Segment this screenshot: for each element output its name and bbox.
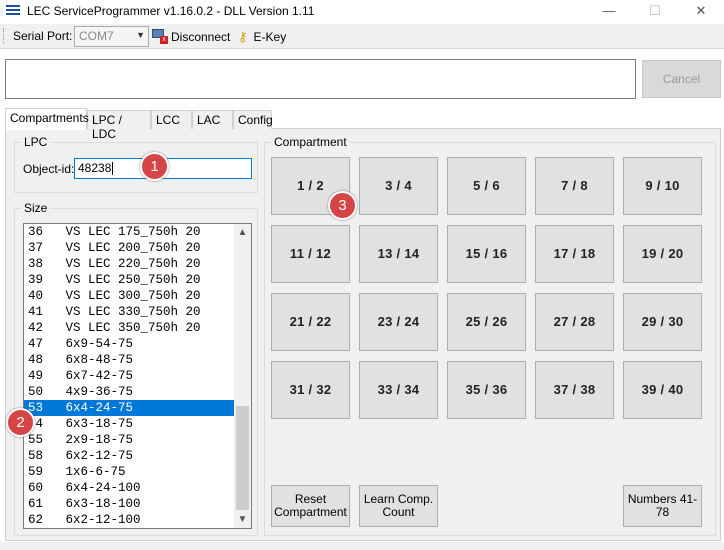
title-bar: LEC ServiceProgrammer v1.16.0.2 - DLL Ve… [0, 0, 724, 24]
disconnect-icon: x [152, 29, 168, 44]
annotation-badge-3: 3 [328, 191, 357, 220]
close-button[interactable]: ✕ [678, 0, 724, 24]
numbers-41-78-button[interactable]: Numbers 41-78 [623, 485, 702, 527]
compartment-button[interactable]: 21 / 22 [271, 293, 350, 351]
serial-port-select[interactable]: COM7 ▼ [74, 26, 149, 47]
compartment-button[interactable]: 7 / 8 [535, 157, 614, 215]
compartment-group-title: Compartment [271, 135, 350, 149]
list-item[interactable]: 50 4x9-36-75 [24, 384, 251, 400]
list-item[interactable]: 62 6x2-12-100 [24, 512, 251, 528]
list-item[interactable]: 39 VS LEC 250_750h 20 [24, 272, 251, 288]
compartment-button[interactable]: 29 / 30 [623, 293, 702, 351]
tab-compartments[interactable]: Compartments [5, 108, 89, 130]
compartment-button[interactable]: 39 / 40 [623, 361, 702, 419]
toolbar: Serial Port: COM7 ▼ x Disconnect ⚷ E-Key [0, 24, 724, 49]
list-item[interactable]: 37 VS LEC 200_750h 20 [24, 240, 251, 256]
size-list-rows: 36 VS LEC 175_750h 20 37 VS LEC 200_750h … [24, 224, 251, 528]
status-bar [0, 542, 724, 550]
list-item[interactable]: 40 VS LEC 300_750h 20 [24, 288, 251, 304]
list-item[interactable]: 41 VS LEC 330_750h 20 [24, 304, 251, 320]
list-item[interactable]: 55 2x9-18-75 [24, 432, 251, 448]
annotation-badge-2: 2 [6, 408, 35, 437]
size-list-scrollbar[interactable]: ▲ ▼ [234, 224, 251, 528]
compartment-button[interactable]: 11 / 12 [271, 225, 350, 283]
list-item[interactable]: 59 1x6-6-75 [24, 464, 251, 480]
compartment-button[interactable]: 19 / 20 [623, 225, 702, 283]
toolbar-grip [3, 28, 6, 44]
size-listbox[interactable]: 36 VS LEC 175_750h 20 37 VS LEC 200_750h … [23, 223, 252, 529]
ekey-button[interactable]: ⚷ E-Key [238, 27, 286, 46]
list-item[interactable]: 49 6x7-42-75 [24, 368, 251, 384]
serial-port-label: Serial Port: [13, 29, 73, 43]
tab-lac[interactable]: LAC [192, 110, 233, 129]
list-item[interactable]: 38 VS LEC 220_750h 20 [24, 256, 251, 272]
object-id-value: 48238 [78, 161, 112, 175]
compartment-button[interactable]: 31 / 32 [271, 361, 350, 419]
list-item[interactable]: 53 6x4-24-75 [24, 400, 251, 416]
learn-comp-count-button[interactable]: Learn Comp. Count [359, 485, 438, 527]
minimize-button[interactable]: — [586, 0, 632, 24]
window-title: LEC ServiceProgrammer v1.16.0.2 - DLL Ve… [27, 4, 315, 18]
disconnect-button[interactable]: x Disconnect [152, 27, 230, 46]
list-item[interactable]: 42 VS LEC 350_750h 20 [24, 320, 251, 336]
list-item[interactable]: 47 6x9-54-75 [24, 336, 251, 352]
compartment-button[interactable]: 5 / 6 [447, 157, 526, 215]
scroll-thumb[interactable] [236, 406, 249, 510]
lpc-group-title: LPC [21, 135, 51, 149]
compartment-button[interactable]: 9 / 10 [623, 157, 702, 215]
compartment-button[interactable]: 3 / 4 [359, 157, 438, 215]
serial-port-value: COM7 [79, 29, 114, 43]
size-group-title: Size [21, 201, 51, 215]
maximize-button[interactable]: ☐ [632, 0, 678, 24]
compartment-button[interactable]: 13 / 14 [359, 225, 438, 283]
tab-lcc[interactable]: LCC [151, 110, 192, 129]
key-icon: ⚷ [238, 28, 248, 44]
tab-config[interactable]: Config [233, 110, 273, 129]
list-item[interactable]: 48 6x8-48-75 [24, 352, 251, 368]
annotation-badge-1: 1 [140, 152, 169, 181]
list-item[interactable]: 58 6x2-12-75 [24, 448, 251, 464]
cancel-button[interactable]: Cancel [642, 60, 721, 98]
list-item[interactable]: 60 6x4-24-100 [24, 480, 251, 496]
ekey-label: E-Key [253, 29, 287, 44]
app-icon [6, 5, 20, 18]
compartment-button[interactable]: 15 / 16 [447, 225, 526, 283]
compartment-button[interactable]: 23 / 24 [359, 293, 438, 351]
scroll-down-icon[interactable]: ▼ [234, 511, 251, 528]
list-item[interactable]: 61 6x3-18-100 [24, 496, 251, 512]
tab-lpc-ldc[interactable]: LPC / LDC [87, 110, 151, 141]
scroll-up-icon[interactable]: ▲ [234, 224, 251, 241]
list-item[interactable]: 36 VS LEC 175_750h 20 [24, 224, 251, 240]
log-textbox[interactable] [5, 59, 636, 99]
compartment-button[interactable]: 27 / 28 [535, 293, 614, 351]
compartment-button[interactable]: 37 / 38 [535, 361, 614, 419]
compartment-button[interactable]: 33 / 34 [359, 361, 438, 419]
object-id-label: Object-id: [23, 162, 75, 176]
list-item[interactable]: 54 6x3-18-75 [24, 416, 251, 432]
compartment-button[interactable]: 35 / 36 [447, 361, 526, 419]
compartment-button[interactable]: 25 / 26 [447, 293, 526, 351]
disconnect-label: Disconnect [171, 29, 231, 44]
reset-compartment-button[interactable]: Reset Compartment [271, 485, 350, 527]
chevron-down-icon: ▼ [136, 30, 145, 40]
compartment-button[interactable]: 17 / 18 [535, 225, 614, 283]
